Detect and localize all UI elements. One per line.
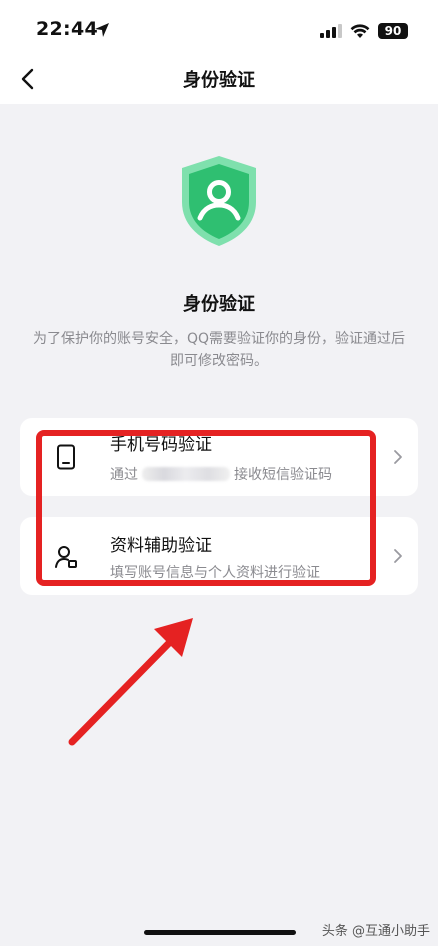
section-description: 为了保护你的账号安全，QQ需要验证你的身份，验证通过后即可修改密码。 [32, 331, 406, 369]
battery-indicator: 90 [378, 23, 408, 39]
status-time: 22:44 [36, 18, 98, 40]
status-bar: 22:44 90 [0, 0, 438, 54]
user-profile-icon [54, 544, 78, 570]
option-subtitle: 通过 接收短信验证码 [110, 464, 332, 484]
home-indicator [144, 930, 296, 935]
option-title: 手机号码验证 [110, 435, 212, 455]
profile-verification-option[interactable]: 资料辅助验证 填写账号信息与个人资料进行验证 [20, 517, 418, 595]
chevron-right-icon [394, 549, 402, 563]
location-arrow-icon [95, 23, 109, 37]
section-title: 身份验证 [183, 294, 255, 315]
cellular-signal-icon [320, 24, 342, 38]
status-icons: 90 [320, 22, 408, 40]
annotation-arrow-icon [68, 618, 193, 746]
watermark: 头条 @互通小助手 [321, 924, 430, 939]
phone-verification-option[interactable]: 手机号码验证 通过 接收短信验证码 [20, 418, 418, 496]
wifi-icon [350, 23, 370, 38]
chevron-right-icon [394, 450, 402, 464]
redacted-phone-number [142, 467, 230, 481]
subtitle-suffix: 接收短信验证码 [234, 467, 332, 483]
nav-bar: 身份验证 [0, 54, 438, 104]
page-title: 身份验证 [183, 70, 255, 91]
option-title: 资料辅助验证 [110, 536, 212, 556]
shield-user-icon [182, 156, 256, 246]
subtitle-prefix: 通过 [110, 467, 138, 483]
option-subtitle: 填写账号信息与个人资料进行验证 [110, 565, 320, 581]
phone-icon [54, 444, 78, 470]
